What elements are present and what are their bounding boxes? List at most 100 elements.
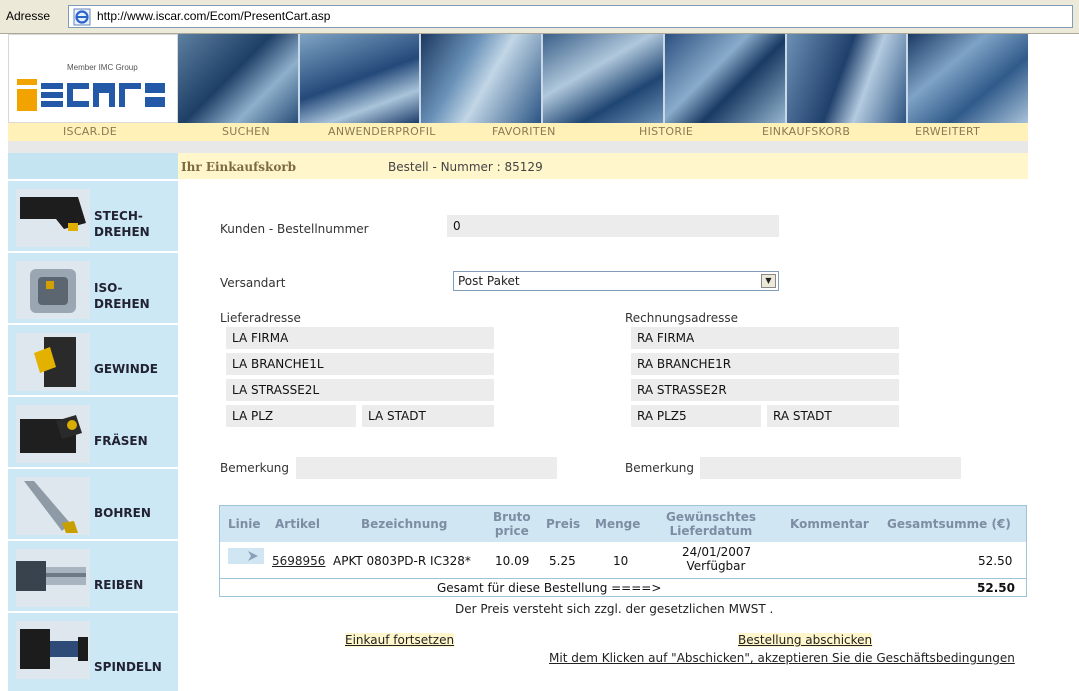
- billing-plz-field[interactable]: RA PLZ5: [631, 405, 761, 427]
- ie-page-icon: [73, 8, 91, 26]
- sidebar-item-label: FRÄSEN: [94, 434, 148, 448]
- milling-tool-icon: [16, 405, 90, 463]
- billing-street-field[interactable]: RA STRASSE2R: [631, 379, 899, 401]
- nav-iscar-de[interactable]: ISCAR.DE: [63, 125, 117, 138]
- terms-link[interactable]: Mit dem Klicken auf "Abschicken", akzept…: [549, 651, 1015, 665]
- row-availability: Verfügbar: [686, 559, 746, 573]
- nav-separator: [8, 141, 1028, 153]
- row-expand-button[interactable]: [228, 548, 264, 564]
- col-description: Bezeichnung: [361, 517, 448, 531]
- sidebar-item-bohren[interactable]: BOHREN: [8, 467, 178, 537]
- nav-erweitert[interactable]: ERWEITERT: [915, 125, 980, 138]
- sidebar-item-spindeln[interactable]: SPINDELN: [8, 611, 178, 681]
- col-date-line1: Gewünschtes: [666, 510, 756, 524]
- main-nav: ISCAR.DE SUCHEN ANWENDERPROFIL FAVORITEN…: [8, 123, 1028, 141]
- spindle-icon: [16, 621, 90, 679]
- delivery-branch-field[interactable]: LA BRANCHE1L: [226, 353, 494, 375]
- banner-photo-4: [543, 34, 665, 123]
- row-price: 5.25: [549, 554, 576, 568]
- col-gross: Bruto price: [493, 510, 531, 538]
- table-row: 5698956 APKT 0803PD-R IC328* 10.09 5.25 …: [220, 542, 1026, 578]
- iscar-logo[interactable]: Member IMC Group: [8, 34, 178, 123]
- vat-note: Der Preis versteht sich zzgl. der gesetz…: [455, 602, 774, 616]
- threading-tool-icon: [16, 333, 90, 391]
- sidebar-item-label: ISO- DREHEN: [94, 281, 150, 311]
- nav-favoriten[interactable]: FAVORITEN: [492, 125, 556, 138]
- delivery-city-field[interactable]: LA STADT: [362, 405, 494, 427]
- sidebar-item-gewinde[interactable]: GEWINDE: [8, 323, 178, 393]
- submit-order-link[interactable]: Bestellung abschicken: [738, 633, 873, 647]
- chevron-right-icon: [248, 551, 258, 561]
- sidebar-item-label: SPINDELN: [94, 660, 162, 674]
- col-line: Linie: [228, 517, 261, 531]
- col-gross-line2: price: [494, 524, 529, 538]
- billing-city-field[interactable]: RA STADT: [767, 405, 899, 427]
- nav-historie[interactable]: HISTORIE: [639, 125, 693, 138]
- col-comment: Kommentar: [790, 517, 869, 531]
- delivery-plz-field[interactable]: LA PLZ: [226, 405, 356, 427]
- sidebar-item-stechdrehen[interactable]: STECH- DREHEN: [8, 179, 178, 249]
- shipping-select[interactable]: Post Paket ▼: [453, 271, 779, 291]
- address-input[interactable]: http://www.iscar.com/Ecom/PresentCart.as…: [68, 5, 1073, 28]
- delivery-address-label: Lieferadresse: [220, 311, 301, 325]
- address-bar: Adresse http://www.iscar.com/Ecom/Presen…: [0, 0, 1079, 34]
- customer-order-label: Kunden - Bestellnummer: [220, 222, 369, 236]
- shipping-label: Versandart: [220, 276, 286, 290]
- billing-branch-field[interactable]: RA BRANCHE1R: [631, 353, 899, 375]
- grooving-tool-icon: [16, 189, 90, 247]
- col-gross-line1: Bruto: [493, 510, 531, 524]
- cart-header: Ihr Einkaufskorb Bestell - Nummer : 8512…: [178, 153, 1028, 179]
- nav-einkaufskorb[interactable]: EINKAUFSKORB: [762, 125, 850, 138]
- total-label: Gesamt für diese Bestellung ====>: [437, 581, 662, 595]
- col-date: Gewünschtes Lieferdatum: [666, 510, 756, 538]
- delivery-company-field[interactable]: LA FIRMA: [226, 327, 494, 349]
- banner-photo-5: [664, 34, 787, 123]
- turning-tool-icon: [16, 261, 90, 319]
- page-title: Ihr Einkaufskorb: [181, 160, 297, 174]
- table-header: Linie Artikel Bezeichnung Bruto price Pre…: [220, 506, 1026, 542]
- col-total: Gesamtsumme (€): [887, 517, 1011, 531]
- order-number: Bestell - Nummer : 85129: [388, 160, 543, 174]
- row-total: 52.50: [978, 554, 1013, 568]
- col-price: Preis: [546, 517, 581, 531]
- row-gross: 10.09: [495, 554, 530, 568]
- banner-photo-7: [908, 34, 1029, 123]
- logo-member-text: Member IMC Group: [67, 63, 138, 72]
- banner-photo-strip: [178, 34, 1029, 123]
- sidebar-item-reiben[interactable]: REIBEN: [8, 539, 178, 609]
- article-link[interactable]: 5698956: [272, 554, 325, 568]
- reamer-icon: [16, 549, 90, 607]
- delivery-street-field[interactable]: LA STRASSE2L: [226, 379, 494, 401]
- address-label: Adresse: [6, 9, 51, 23]
- col-article: Artikel: [275, 517, 320, 531]
- sidebar-item-isodrehen[interactable]: ISO- DREHEN: [8, 251, 178, 321]
- banner: Member IMC Group: [8, 34, 1029, 123]
- sidebar-item-label: STECH- DREHEN: [94, 209, 150, 239]
- banner-photo-2: [299, 34, 422, 123]
- chevron-down-icon[interactable]: ▼: [761, 274, 776, 288]
- drill-icon: [16, 477, 90, 535]
- row-date-value: 24/01/2007: [682, 545, 752, 559]
- continue-shopping-link[interactable]: Einkauf fortsetzen: [345, 633, 455, 647]
- sidebar-item-fraesen[interactable]: FRÄSEN: [8, 395, 178, 465]
- table-total-row: Gesamt für diese Bestellung ====> 52.50: [220, 578, 1026, 596]
- total-value: 52.50: [977, 581, 1015, 595]
- row-date: 24/01/2007 Verfügbar: [682, 545, 752, 573]
- shipping-select-value: Post Paket: [458, 274, 520, 288]
- billing-address-label: Rechnungsadresse: [625, 311, 738, 325]
- cart-table: Linie Artikel Bezeichnung Bruto price Pre…: [219, 505, 1027, 597]
- billing-company-field[interactable]: RA FIRMA: [631, 327, 899, 349]
- remark-field-left[interactable]: [296, 457, 557, 479]
- remark-field-right[interactable]: [700, 457, 961, 479]
- banner-photo-1: [178, 34, 300, 123]
- customer-order-field[interactable]: 0: [447, 215, 779, 237]
- col-qty: Menge: [595, 517, 641, 531]
- remark-label-left: Bemerkung: [220, 461, 290, 475]
- col-date-line2: Lieferdatum: [669, 524, 753, 538]
- banner-photo-3: [421, 34, 544, 123]
- sidebar-item-label: GEWINDE: [94, 362, 158, 376]
- sidebar-item-label: BOHREN: [94, 506, 151, 520]
- nav-suchen[interactable]: SUCHEN: [222, 125, 270, 138]
- nav-anwenderprofil[interactable]: ANWENDERPROFIL: [328, 125, 436, 138]
- remark-label-right: Bemerkung: [625, 461, 695, 475]
